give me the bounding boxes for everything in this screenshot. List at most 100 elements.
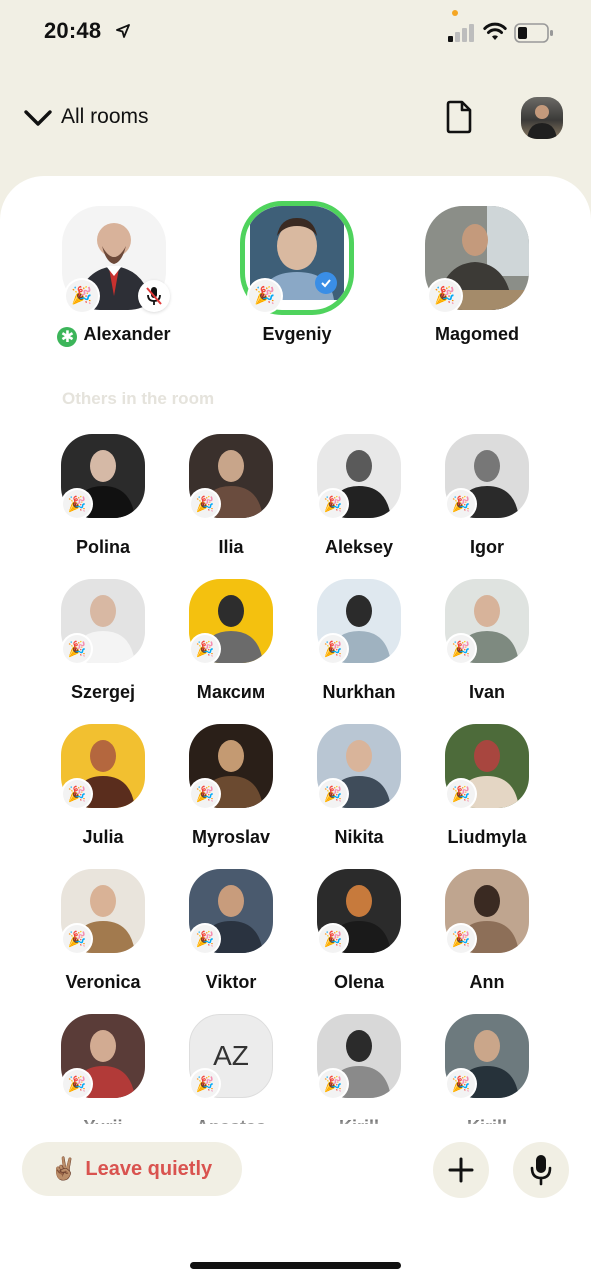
listener-tile[interactable]: 🎉 Polina <box>39 434 167 558</box>
room-sheet: 🎉 ✱ Alexander 🎉 Evgeniy 🎉 Magomed Others… <box>0 176 591 1280</box>
party-badge: 🎉 <box>319 490 347 518</box>
listener-tile[interactable]: AZ🎉Anastas <box>167 1014 295 1124</box>
listener-name: Polina <box>75 537 130 557</box>
listener-tile[interactable]: 🎉 Veronica <box>39 869 167 993</box>
speaker-tile[interactable]: 🎉 Evgeniy <box>227 201 367 345</box>
party-badge: 🎉 <box>249 280 281 312</box>
party-badge: 🎉 <box>191 1070 219 1098</box>
party-badge: 🎉 <box>191 635 219 663</box>
listener-tile[interactable]: 🎉Kirill <box>295 1014 423 1124</box>
speaker-tile[interactable]: 🎉 Magomed <box>407 206 547 345</box>
listener-name: Максим <box>196 682 266 702</box>
listener-tile[interactable]: 🎉 Olena <box>295 869 423 993</box>
speaker-name: Evgeniy <box>262 324 332 344</box>
listener-tile[interactable]: 🎉 Myroslav <box>167 724 295 848</box>
location-arrow-icon <box>116 24 130 38</box>
listener-name: Veronica <box>65 972 141 992</box>
listener-avatar[interactable]: 🎉 <box>61 579 145 663</box>
listener-avatar[interactable]: 🎉 <box>189 869 273 953</box>
party-badge: 🎉 <box>319 635 347 663</box>
listener-name: Viktor <box>205 972 257 992</box>
listener-avatar[interactable]: 🎉 <box>445 724 529 808</box>
speaker-name: Magomed <box>434 324 519 344</box>
section-label: Others in the room <box>62 389 215 408</box>
listener-avatar[interactable]: 🎉 <box>189 579 273 663</box>
all-rooms-link[interactable]: All rooms <box>61 105 149 129</box>
verified-icon <box>315 272 337 294</box>
party-badge: 🎉 <box>319 780 347 808</box>
moderator-icon: ✱ <box>57 327 78 347</box>
listeners-grid: 🎉 Polina 🎉 Ilia 🎉 Aleksey 🎉 Igor 🎉 Szergej 🎉 Максим… <box>0 434 591 1124</box>
listener-tile[interactable]: 🎉 Szergej <box>39 579 167 703</box>
listener-tile[interactable]: 🎉 Ilia <box>167 434 295 558</box>
party-badge: 🎉 <box>447 490 475 518</box>
listener-tile[interactable]: 🎉Kirill <box>423 1014 551 1124</box>
party-badge: 🎉 <box>191 925 219 953</box>
listener-avatar[interactable]: 🎉 <box>445 1014 529 1098</box>
party-badge: 🎉 <box>66 280 98 312</box>
speaker-avatar-speaking[interactable]: 🎉 <box>240 201 354 315</box>
listener-tile[interactable]: 🎉Yurii <box>39 1014 167 1124</box>
listener-avatar[interactable]: 🎉 <box>61 869 145 953</box>
listener-tile[interactable]: 🎉 Igor <box>423 434 551 558</box>
speaker-avatar[interactable]: 🎉 <box>425 206 529 312</box>
leave-quietly-label: Leave quietly <box>85 1157 213 1180</box>
profile-avatar[interactable] <box>521 97 563 139</box>
listener-name: Ilia <box>218 537 244 557</box>
party-badge: 🎉 <box>63 1070 91 1098</box>
party-badge: 🎉 <box>447 635 475 663</box>
listener-avatar[interactable]: AZ 🎉 <box>189 1014 273 1098</box>
listener-tile[interactable]: 🎉 Viktor <box>167 869 295 993</box>
party-badge: 🎉 <box>191 780 219 808</box>
speaker-name: ✱ Alexander <box>44 324 184 347</box>
cellular-signal-icon <box>448 24 474 42</box>
listener-name: Nurkhan <box>322 682 396 702</box>
party-badge: 🎉 <box>63 635 91 663</box>
party-badge: 🎉 <box>319 1070 347 1098</box>
wifi-icon <box>483 22 507 40</box>
microphone-button[interactable] <box>513 1142 569 1198</box>
speaker-avatar[interactable]: 🎉 <box>62 206 170 312</box>
party-badge: 🎉 <box>447 925 475 953</box>
listener-avatar[interactable]: 🎉 <box>61 724 145 808</box>
party-badge: 🎉 <box>63 780 91 808</box>
listener-avatar[interactable]: 🎉 <box>317 724 401 808</box>
listener-name: Myroslav <box>191 827 271 847</box>
listener-avatar[interactable]: 🎉 <box>317 869 401 953</box>
listener-tile[interactable]: 🎉 Julia <box>39 724 167 848</box>
speaker-tile[interactable]: 🎉 ✱ Alexander <box>44 206 184 347</box>
listener-avatar[interactable]: 🎉 <box>445 579 529 663</box>
listener-avatar[interactable]: 🎉 <box>61 1014 145 1098</box>
listener-avatar[interactable]: 🎉 <box>189 434 273 518</box>
listener-name: Ivan <box>468 682 506 702</box>
speakers-row: 🎉 ✱ Alexander 🎉 Evgeniy 🎉 Magomed <box>0 201 591 366</box>
listener-avatar[interactable]: 🎉 <box>317 434 401 518</box>
document-icon[interactable] <box>444 100 474 134</box>
listener-name: Olena <box>333 972 385 992</box>
listener-tile[interactable]: 🎉 Nurkhan <box>295 579 423 703</box>
home-indicator <box>190 1262 401 1269</box>
listener-avatar[interactable]: 🎉 <box>189 724 273 808</box>
add-button[interactable] <box>433 1142 489 1198</box>
party-badge: 🎉 <box>319 925 347 953</box>
listener-tile[interactable]: 🎉 Liudmyla <box>423 724 551 848</box>
listener-avatar[interactable]: 🎉 <box>317 579 401 663</box>
listener-name: Aleksey <box>324 537 394 557</box>
listener-tile[interactable]: 🎉 Aleksey <box>295 434 423 558</box>
party-badge: 🎉 <box>429 280 461 312</box>
listener-name: Liudmyla <box>447 827 527 847</box>
peace-hand-icon: ✌🏽 <box>50 1156 78 1181</box>
plus-icon <box>448 1157 474 1183</box>
party-badge: 🎉 <box>63 925 91 953</box>
listener-avatar[interactable]: 🎉 <box>61 434 145 518</box>
listener-avatar[interactable]: 🎉 <box>317 1014 401 1098</box>
listener-tile[interactable]: 🎉 Максим <box>167 579 295 703</box>
listener-avatar[interactable]: 🎉 <box>445 434 529 518</box>
leave-quietly-button[interactable]: ✌🏽 Leave quietly <box>22 1142 242 1196</box>
listener-tile[interactable]: 🎉 Ann <box>423 869 551 993</box>
room-header: All rooms <box>0 88 591 148</box>
chevron-down-icon[interactable] <box>22 104 56 132</box>
listener-avatar[interactable]: 🎉 <box>445 869 529 953</box>
listener-tile[interactable]: 🎉 Nikita <box>295 724 423 848</box>
listener-tile[interactable]: 🎉 Ivan <box>423 579 551 703</box>
